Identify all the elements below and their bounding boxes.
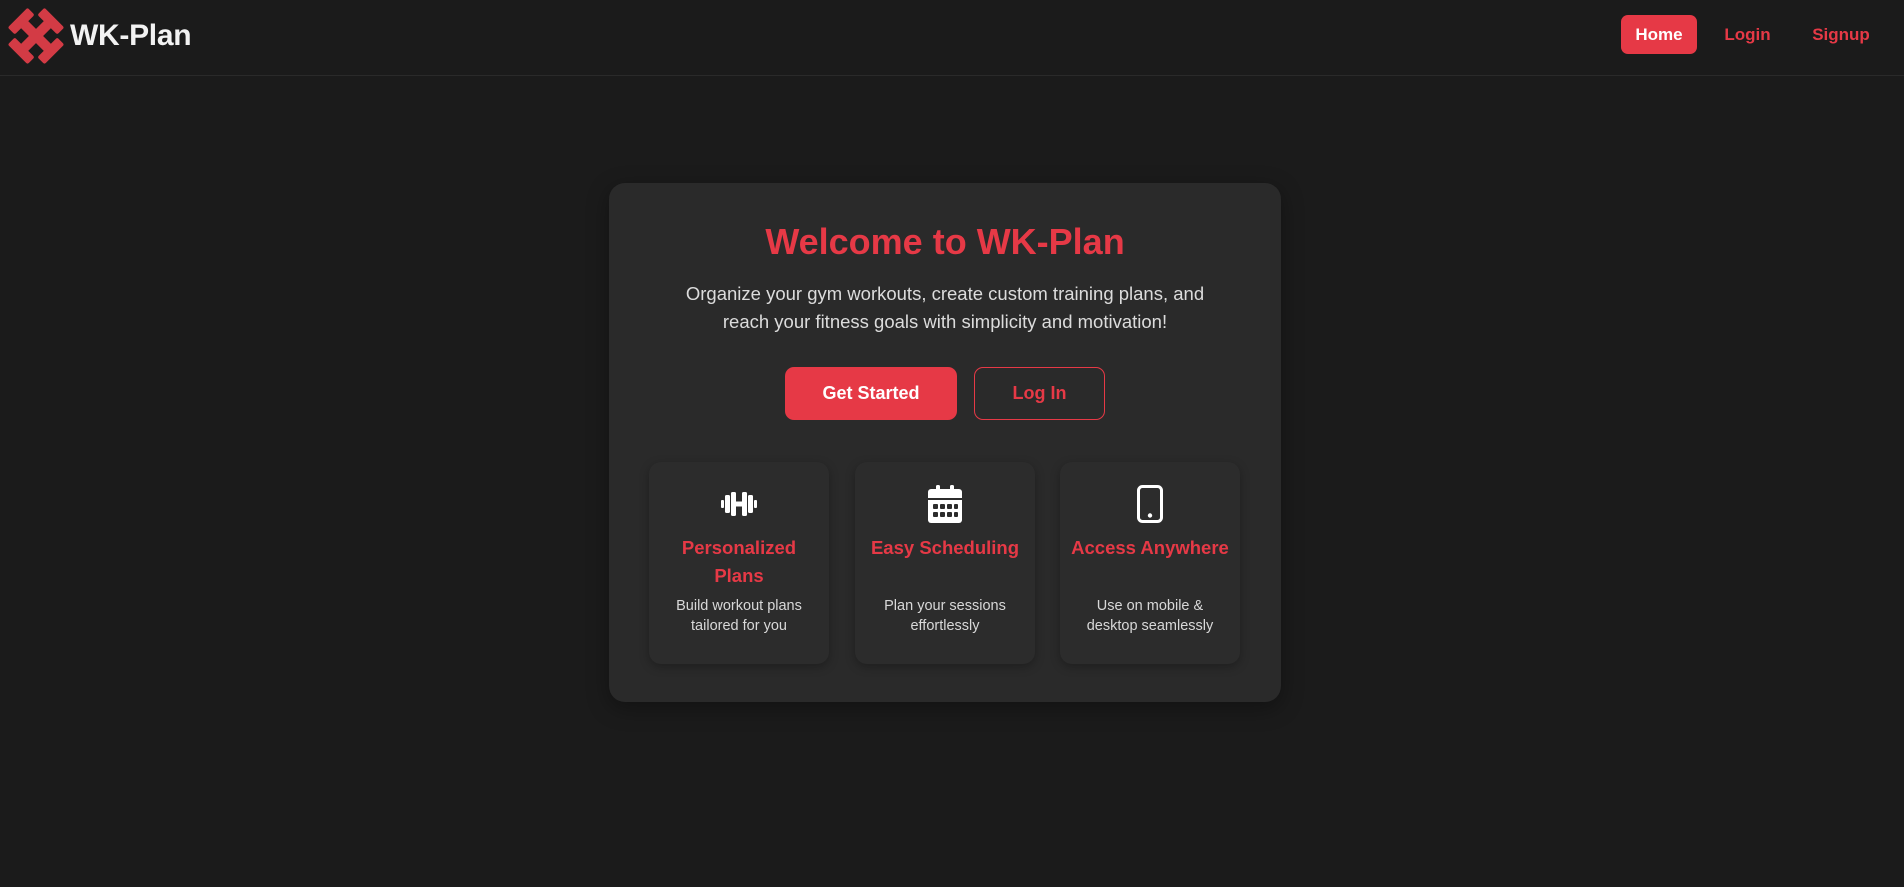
- brand[interactable]: WK-Plan: [8, 7, 192, 65]
- feature-title: Easy Scheduling: [870, 537, 1020, 558]
- nav-login-link[interactable]: Login: [1712, 15, 1783, 54]
- welcome-card: Welcome to WK-Plan Organize your gym wor…: [609, 183, 1281, 702]
- feature-card-easy-scheduling: Easy Scheduling Plan your sessions effor…: [855, 462, 1035, 664]
- brand-name: WK-Plan: [70, 19, 192, 52]
- feature-title: Personalized Plans: [681, 537, 797, 586]
- page-title: Welcome to WK-Plan: [765, 221, 1125, 262]
- crossed-dumbbells-icon: [8, 8, 64, 64]
- page-subtitle: Organize your gym workouts, create custo…: [685, 283, 1205, 332]
- feature-description: Build workout plans tailored for you: [676, 598, 802, 634]
- feature-title: Access Anywhere: [1071, 537, 1229, 558]
- feature-description: Use on mobile & desktop seamlessly: [1086, 598, 1214, 634]
- log-in-button[interactable]: Log In: [974, 367, 1105, 420]
- nav-signup-link[interactable]: Signup: [1802, 15, 1880, 54]
- feature-card-access-anywhere: Access Anywhere Use on mobile & desktop …: [1060, 462, 1240, 664]
- mobile-icon: [1137, 485, 1163, 523]
- nav-home-link[interactable]: Home: [1621, 15, 1697, 54]
- top-navbar: WK-Plan Home Login Signup: [0, 0, 1904, 76]
- feature-card-personalized-plans: Personalized Plans Build workout plans t…: [649, 462, 829, 664]
- calendar-icon: [928, 485, 962, 523]
- get-started-button[interactable]: Get Started: [785, 367, 957, 420]
- feature-description: Plan your sessions effortlessly: [884, 598, 1006, 634]
- dumbbell-icon: [721, 492, 757, 516]
